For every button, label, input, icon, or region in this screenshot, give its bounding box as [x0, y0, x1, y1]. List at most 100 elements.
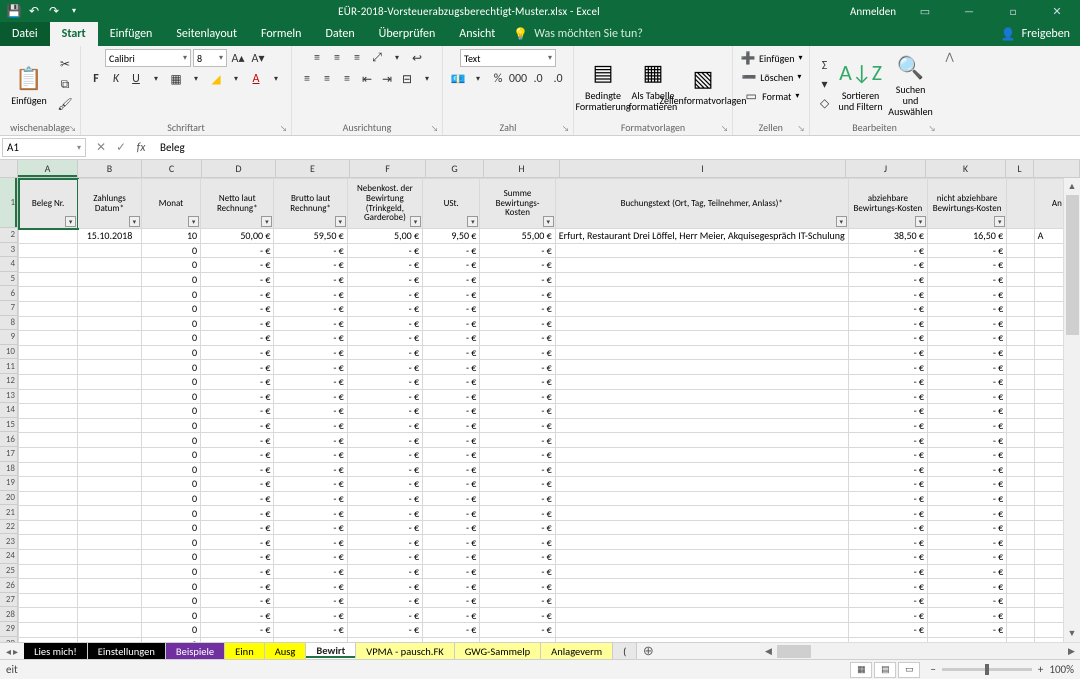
table-header-cell[interactable]: Beleg Nr.▾: [19, 179, 78, 229]
cell[interactable]: 15.10.2018: [78, 229, 142, 244]
fill-color-icon[interactable]: ◢: [207, 70, 225, 88]
cell[interactable]: - €: [927, 301, 1006, 316]
page-layout-icon[interactable]: ▤: [874, 662, 896, 678]
cell[interactable]: - €: [201, 462, 274, 477]
cell[interactable]: - €: [423, 287, 480, 302]
cell[interactable]: - €: [927, 345, 1006, 360]
cell[interactable]: [19, 491, 78, 506]
cell[interactable]: 38,50 €: [848, 229, 927, 244]
cell[interactable]: - €: [927, 462, 1006, 477]
row-header[interactable]: 27: [0, 593, 18, 608]
cell[interactable]: [1007, 520, 1034, 535]
cell[interactable]: - €: [927, 520, 1006, 535]
row-header[interactable]: 9: [0, 330, 18, 345]
cell[interactable]: [19, 462, 78, 477]
cell[interactable]: - €: [480, 550, 555, 565]
ribbon-options-icon[interactable]: ▭: [910, 0, 940, 22]
shrink-font-icon[interactable]: A▾: [249, 49, 267, 67]
cell[interactable]: [555, 520, 848, 535]
zoom-in-icon[interactable]: +: [1038, 663, 1043, 676]
cell[interactable]: - €: [848, 535, 927, 550]
cell[interactable]: [555, 506, 848, 521]
cell[interactable]: - €: [480, 243, 555, 258]
cell[interactable]: - €: [480, 462, 555, 477]
cell[interactable]: [1007, 374, 1034, 389]
cell[interactable]: [555, 287, 848, 302]
cell[interactable]: - €: [480, 564, 555, 579]
cell[interactable]: [19, 360, 78, 375]
cell[interactable]: - €: [201, 316, 274, 331]
cell[interactable]: - €: [274, 331, 347, 346]
accounting-icon[interactable]: 💶: [449, 70, 467, 88]
row-header[interactable]: 21: [0, 505, 18, 520]
cell[interactable]: - €: [347, 287, 422, 302]
cell[interactable]: - €: [480, 301, 555, 316]
cell[interactable]: - €: [423, 550, 480, 565]
cell[interactable]: - €: [347, 491, 422, 506]
sheet-tab[interactable]: (: [613, 643, 637, 659]
align-left-icon[interactable]: ≡: [298, 70, 316, 88]
cell[interactable]: - €: [480, 579, 555, 594]
cell[interactable]: - €: [480, 491, 555, 506]
cell[interactable]: - €: [848, 550, 927, 565]
cell[interactable]: - €: [201, 579, 274, 594]
column-header[interactable]: F: [350, 160, 426, 178]
cell[interactable]: - €: [423, 404, 480, 419]
cell[interactable]: [19, 243, 78, 258]
cell[interactable]: - €: [347, 345, 422, 360]
indent-inc-icon[interactable]: ⇥: [378, 70, 396, 88]
filter-icon[interactable]: ▾: [261, 216, 272, 227]
font-color-icon[interactable]: A: [247, 70, 265, 88]
table-header-cell[interactable]: Monat▾: [141, 179, 200, 229]
row-header[interactable]: 11: [0, 359, 18, 374]
cell[interactable]: - €: [201, 258, 274, 273]
column-header[interactable]: E: [276, 160, 350, 178]
cell[interactable]: - €: [274, 447, 347, 462]
cell[interactable]: - €: [480, 477, 555, 492]
row-header[interactable]: 4: [0, 257, 18, 272]
cell[interactable]: [1007, 447, 1034, 462]
cell[interactable]: - €: [848, 564, 927, 579]
sheet-tab[interactable]: Einn: [225, 643, 265, 659]
cell[interactable]: - €: [927, 477, 1006, 492]
percent-icon[interactable]: %: [489, 70, 507, 88]
cell[interactable]: - €: [274, 418, 347, 433]
cell[interactable]: [1007, 389, 1034, 404]
cell[interactable]: - €: [274, 345, 347, 360]
filter-icon[interactable]: ▾: [335, 216, 346, 227]
cell[interactable]: - €: [848, 608, 927, 623]
align-middle-icon[interactable]: ≡: [328, 49, 346, 67]
cell[interactable]: - €: [274, 593, 347, 608]
cell[interactable]: [78, 404, 142, 419]
align-top-icon[interactable]: ≡: [308, 49, 326, 67]
cell[interactable]: - €: [848, 418, 927, 433]
cell[interactable]: - €: [423, 564, 480, 579]
cell[interactable]: - €: [423, 418, 480, 433]
cell[interactable]: - €: [927, 331, 1006, 346]
cell[interactable]: - €: [848, 447, 927, 462]
cell[interactable]: [555, 608, 848, 623]
cell[interactable]: - €: [848, 462, 927, 477]
cell[interactable]: - €: [480, 433, 555, 448]
cell[interactable]: [19, 506, 78, 521]
cell[interactable]: 0: [141, 462, 200, 477]
cell[interactable]: [1007, 608, 1034, 623]
cell[interactable]: - €: [480, 272, 555, 287]
cell[interactable]: - €: [480, 447, 555, 462]
cell[interactable]: - €: [927, 360, 1006, 375]
cell[interactable]: [1007, 433, 1034, 448]
cell[interactable]: - €: [274, 477, 347, 492]
cell[interactable]: - €: [347, 404, 422, 419]
cell[interactable]: - €: [927, 579, 1006, 594]
tab-einfuegen[interactable]: Einfügen: [98, 22, 165, 46]
cell[interactable]: 0: [141, 593, 200, 608]
share-button[interactable]: 👤 Freigeben: [991, 22, 1080, 46]
filter-icon[interactable]: ▾: [188, 216, 199, 227]
tell-me[interactable]: 💡 Was möchten Sie tun?: [513, 22, 643, 46]
redo-icon[interactable]: ↷: [46, 3, 62, 19]
align-center-icon[interactable]: ≡: [318, 70, 336, 88]
row-header[interactable]: 13: [0, 389, 18, 404]
row-header[interactable]: 29: [0, 622, 18, 637]
filter-icon[interactable]: ▾: [994, 216, 1005, 227]
column-header[interactable]: H: [484, 160, 560, 178]
